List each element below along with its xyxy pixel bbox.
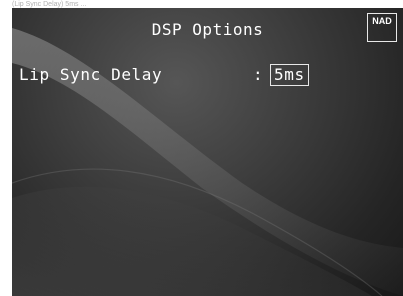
setting-label: Lip Sync Delay bbox=[19, 65, 163, 84]
lip-sync-delay-row[interactable]: Lip Sync Delay : 5ms bbox=[19, 64, 399, 86]
nad-logo: NAD bbox=[367, 13, 397, 42]
osd-screen: DSP Options NAD Lip Sync Delay : 5ms bbox=[12, 8, 403, 296]
setting-separator: : bbox=[253, 65, 264, 84]
lip-sync-delay-value[interactable]: 5ms bbox=[270, 64, 309, 86]
background-swoosh bbox=[12, 28, 403, 296]
screen-title: DSP Options bbox=[151, 20, 264, 39]
